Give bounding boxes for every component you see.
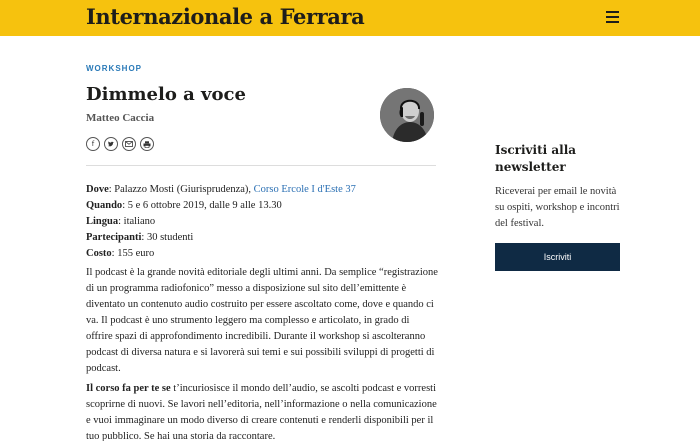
divider <box>86 165 436 166</box>
email-icon[interactable] <box>122 137 136 151</box>
detail-dove: Dove: Palazzo Mosti (Giurisprudenza), Co… <box>86 184 356 195</box>
detail-costo: Costo: 155 euro <box>86 248 155 259</box>
event-details: Dove: Palazzo Mosti (Giurisprudenza), Co… <box>86 182 356 262</box>
subscribe-button[interactable]: Iscriviti <box>495 243 620 271</box>
twitter-icon[interactable] <box>104 137 118 151</box>
facebook-icon[interactable]: f <box>86 137 100 151</box>
detail-lingua: Lingua: italiano <box>86 216 156 227</box>
newsletter-description: Riceverai per email le novità su ospiti,… <box>495 186 620 229</box>
site-logo[interactable]: Internazionale a Ferrara <box>86 4 365 29</box>
article-paragraph-2: Il corso fa per te se t’incuriosisce il … <box>86 383 437 441</box>
top-header-bar: Internazionale a Ferrara <box>0 0 700 36</box>
print-icon[interactable] <box>140 137 154 151</box>
hamburger-menu-icon[interactable] <box>606 11 619 23</box>
share-buttons: f <box>86 137 154 151</box>
author-name: Matteo Caccia <box>86 112 155 124</box>
article-paragraph-1: Il podcast è la grande novità editoriale… <box>86 267 438 374</box>
detail-quando: Quando: 5 e 6 ottobre 2019, dalle 9 alle… <box>86 200 282 211</box>
detail-partecipanti: Partecipanti: 30 studenti <box>86 232 194 243</box>
category-label[interactable]: WORKSHOP <box>86 64 142 73</box>
address-link[interactable]: Corso Ercole I d'Este 37 <box>254 184 356 195</box>
newsletter-title: Iscriviti alla newsletter <box>495 143 577 174</box>
page-title: Dimmelo a voce <box>86 84 246 105</box>
author-avatar <box>380 88 434 142</box>
